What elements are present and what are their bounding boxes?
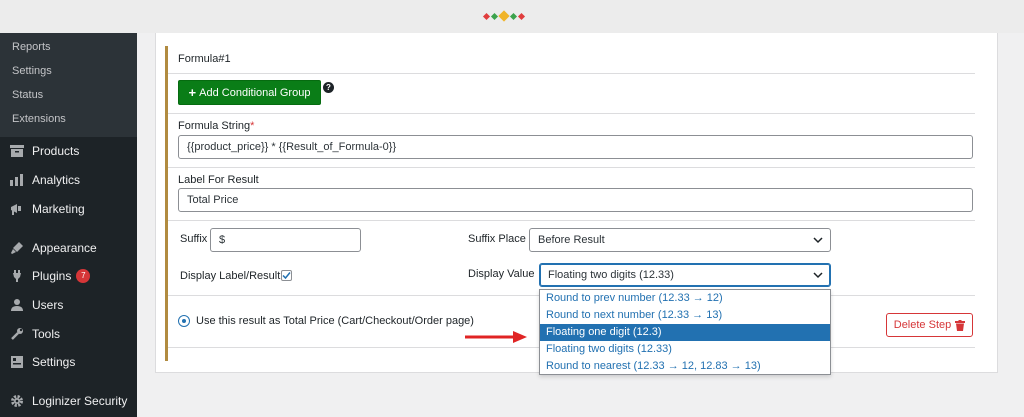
add-conditional-group-label: Add Conditional Group [199,86,311,99]
dropdown-option[interactable]: Round to next number (12.33 → 13) [540,307,830,324]
display-value-select[interactable]: Floating two digits (12.33) [539,263,831,287]
sidebar-item-label: Plugins [32,269,72,283]
gear-icon [10,394,24,408]
products-icon [10,144,24,158]
submenu-item-extensions[interactable]: Extensions [0,111,137,135]
appearance-icon [10,241,24,255]
delete-step-button[interactable]: Delete Step [886,313,973,337]
divider [168,220,975,221]
help-icon[interactable]: ? [323,82,334,93]
divider [168,113,975,114]
sidebar-item-label: Tools [32,327,61,341]
chevron-down-icon [813,237,823,244]
sidebar-item-label: Analytics [32,173,81,187]
divider [168,73,975,74]
suffix-place-value: Before Result [538,234,605,246]
sidebar-item-marketing[interactable]: Marketing [0,195,137,223]
display-value-selected: Floating two digits (12.33) [548,269,674,281]
dropdown-option[interactable]: Round to nearest (12.33 → 12, 12.83 → 13… [540,358,830,375]
formula-title: Formula#1 [178,53,231,65]
sidebar-item-users[interactable]: Users [0,291,137,319]
delete-step-label: Delete Step [893,319,952,331]
sidebar-item-label: Appearance [32,241,97,255]
label-for-result-label: Label For Result [178,174,259,186]
decorative-dots [482,10,526,22]
red-arrow-icon [465,331,527,343]
users-icon [10,298,24,312]
sidebar-item-analytics[interactable]: Analytics [0,166,137,194]
checkmark-icon [282,272,291,280]
sidebar-item-label: Users [32,298,64,312]
plus-icon: + [188,85,197,100]
sidebar-item-tools[interactable]: Tools [0,320,137,348]
display-label-result-label: Display Label/Result [180,270,281,282]
submenu-item-reports[interactable]: Reports [0,39,137,63]
display-value-dropdown: Round to prev number (12.33 → 12) Round … [539,289,831,375]
dropdown-option-highlighted[interactable]: Floating one digit (12.3) [540,324,830,341]
sidebar-item-label: Products [32,144,80,158]
chevron-down-icon [813,272,823,279]
trash-icon [955,319,966,331]
divider [168,167,975,168]
sidebar-item-label: Marketing [32,202,85,216]
marketing-icon [10,202,24,216]
sidebar-item-plugins[interactable]: Plugins 7 [0,262,137,290]
plugins-update-badge: 7 [76,269,91,283]
dropdown-option[interactable]: Round to prev number (12.33 → 12) [540,290,830,307]
sidebar-item-appearance[interactable]: Appearance [0,234,137,262]
display-value-label: Display Value [468,268,535,280]
formula-string-label: Formula String* [178,120,255,132]
use-total-price-label: Use this result as Total Price (Cart/Che… [196,315,474,327]
submenu-item-status[interactable]: Status [0,87,137,111]
add-conditional-group-button[interactable]: + Add Conditional Group [178,80,321,105]
required-mark: * [250,120,255,132]
sidebar-item-label: Loginizer Security [32,394,128,408]
sidebar-item-products[interactable]: Products [0,137,137,165]
sidebar-item-settings[interactable]: Settings [0,348,137,376]
suffix-input[interactable]: $ [210,228,361,252]
sidebar-item-loginizer-security[interactable]: Loginizer Security [0,387,137,415]
dropdown-option[interactable]: Floating two digits (12.33) [540,341,830,358]
use-total-price-radio[interactable] [178,315,190,327]
suffix-label: Suffix [180,233,208,245]
submenu-item-settings[interactable]: Settings [0,63,137,87]
tools-icon [10,327,24,341]
top-bar [0,0,1024,33]
plugins-icon [10,269,24,283]
analytics-icon [10,173,24,187]
settings-icon [10,355,24,369]
suffix-place-select[interactable]: Before Result [529,228,831,252]
sidebar-item-label: Settings [32,355,76,369]
admin-sidebar: Reports Settings Status Extensions Produ… [0,33,137,417]
display-label-result-checkbox[interactable] [281,270,292,281]
submenu: Reports Settings Status Extensions [0,33,137,137]
suffix-place-label: Suffix Place [468,233,526,245]
formula-string-input[interactable]: {{product_price}} * {{Result_of_Formula-… [178,135,973,159]
label-for-result-input[interactable]: Total Price [178,188,973,212]
